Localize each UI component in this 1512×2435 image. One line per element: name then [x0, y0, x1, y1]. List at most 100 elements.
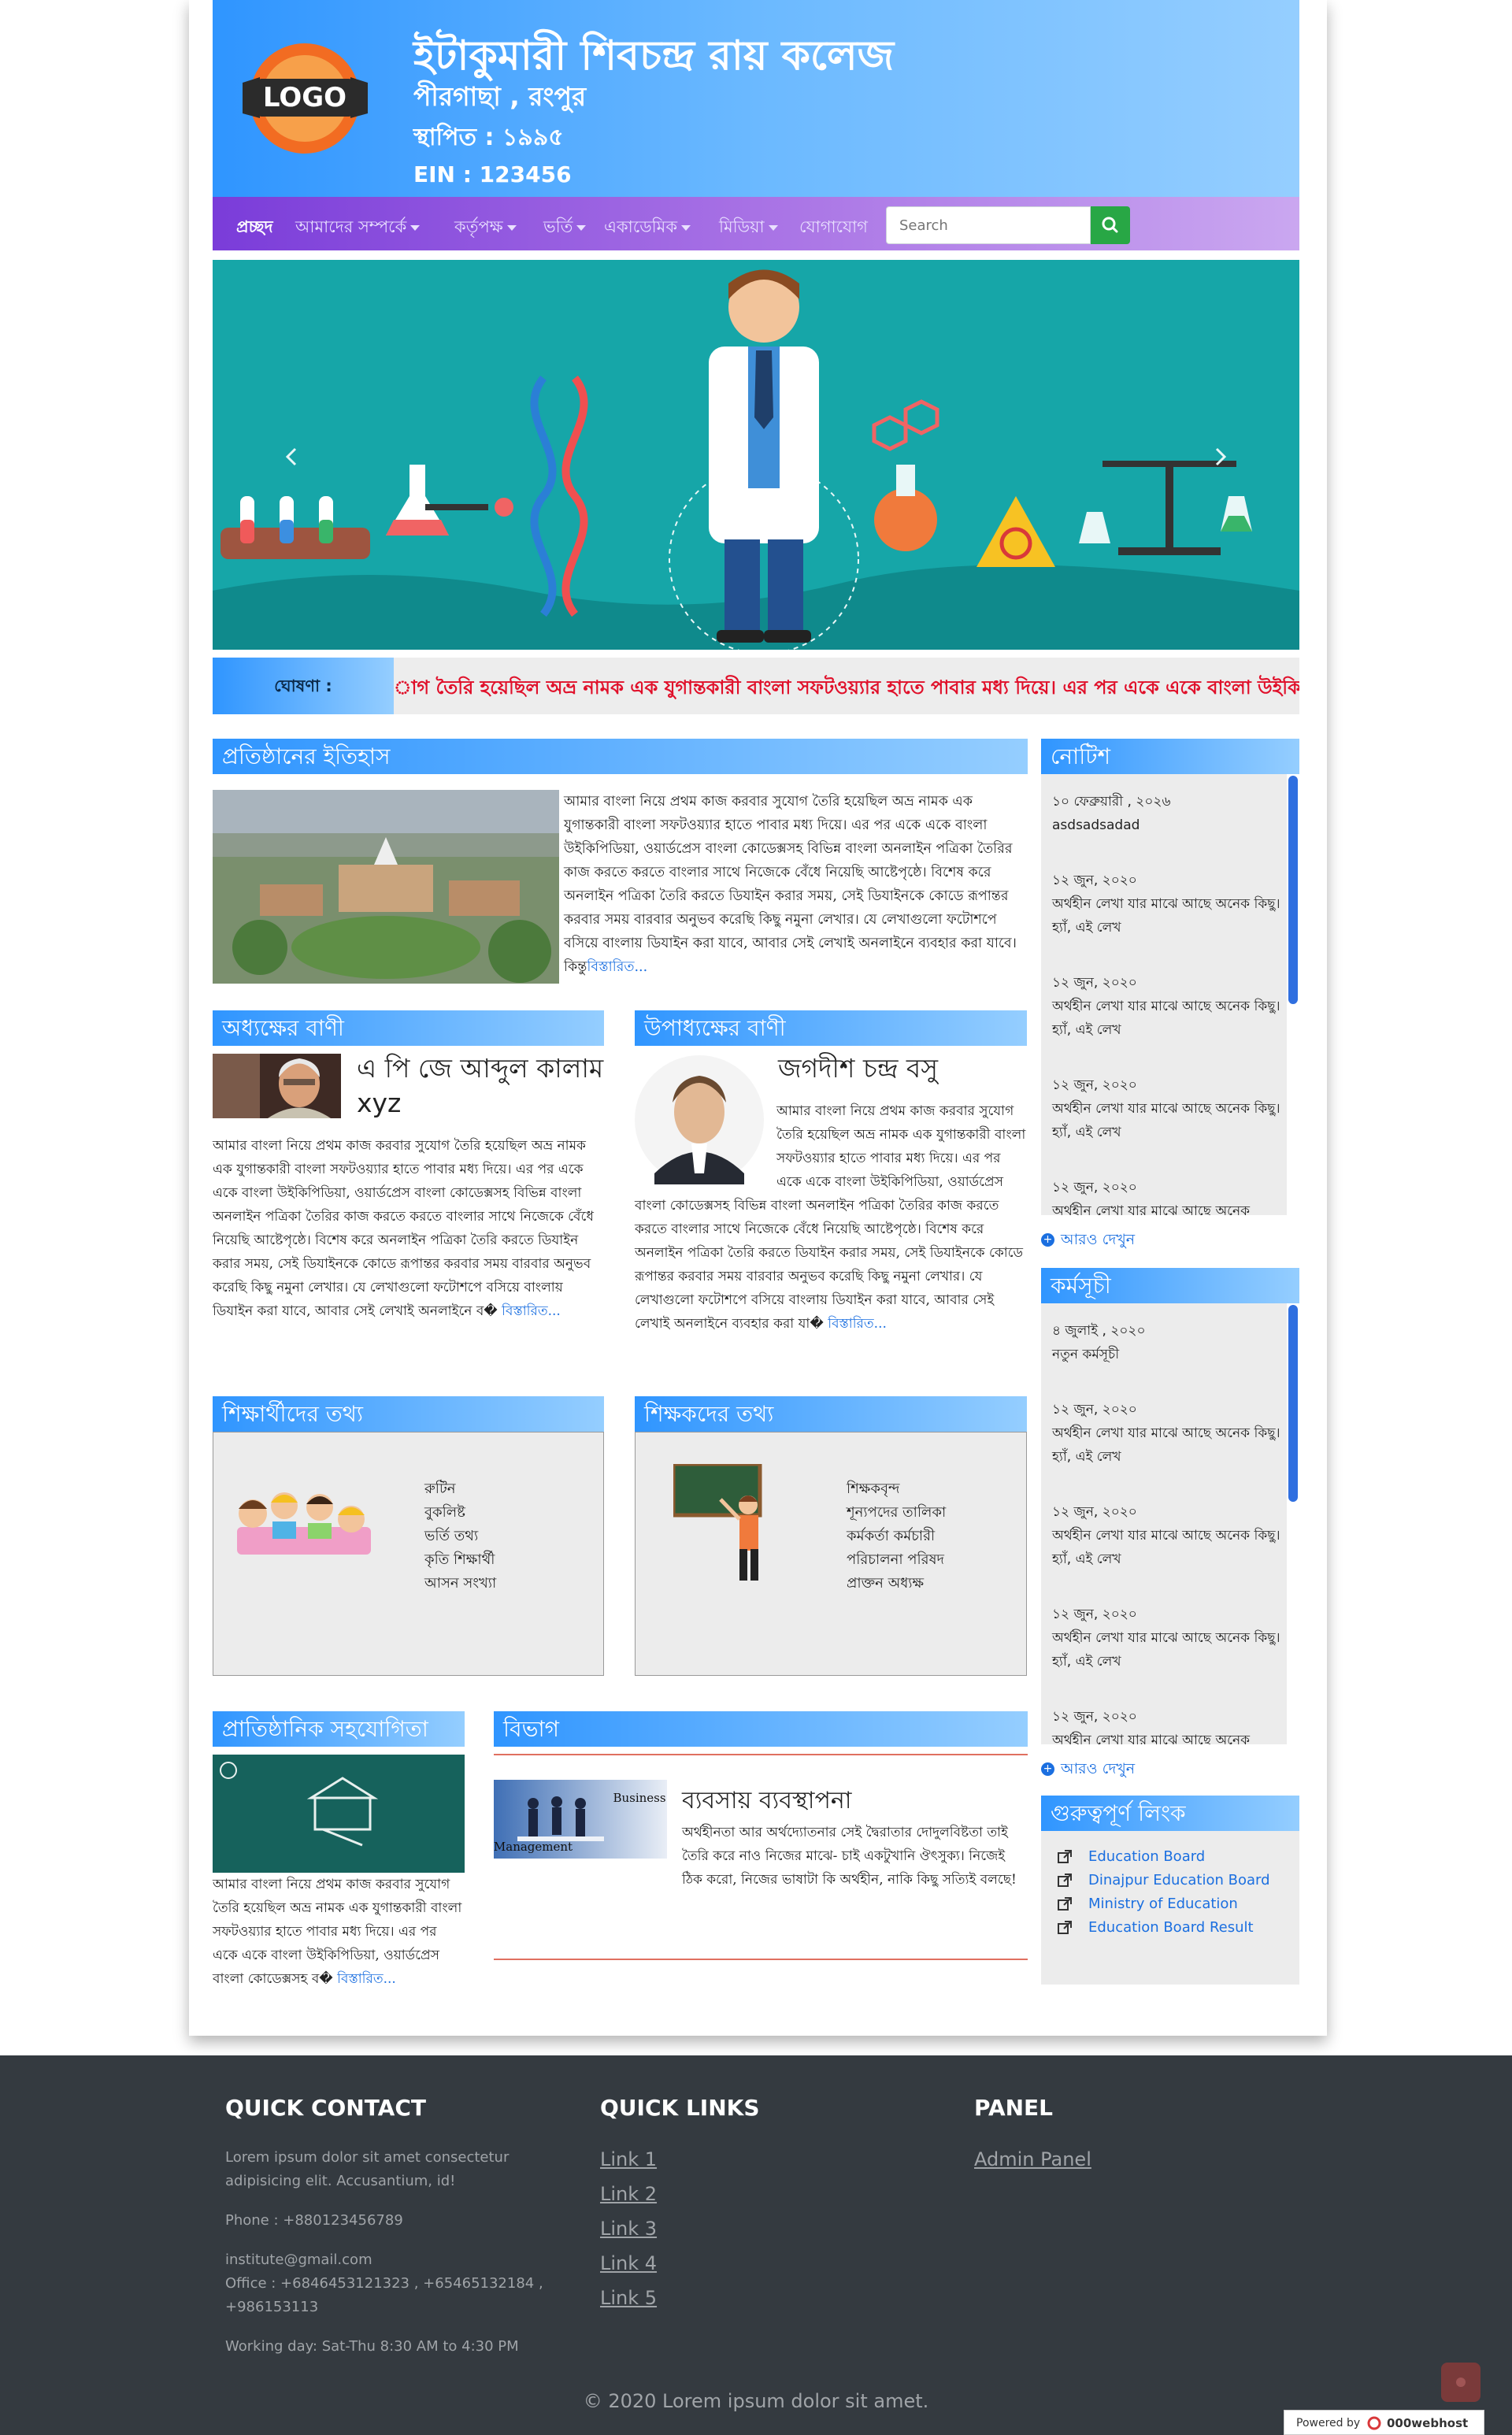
history-more-link[interactable]: বিস্তারিত...: [587, 959, 647, 975]
vice-principal-name: জগদীশ চন্দ্র বসু: [778, 1053, 939, 1084]
footer-link-1[interactable]: Link 1: [600, 2148, 657, 2170]
search-button[interactable]: [1091, 206, 1130, 244]
cooperation-image: [213, 1755, 465, 1873]
footer-link-2[interactable]: Link 2: [600, 2183, 657, 2205]
program-text: অর্থহীন লেখা যার মাঝে আছে অনেক: [1052, 1733, 1251, 1744]
principal-message: আমার বাংলা নিয়ে প্রথম কাজ করবার সুযোগ ত…: [213, 1134, 604, 1323]
teachers-link-teachers[interactable]: শিক্ষকবৃন্দ: [847, 1477, 946, 1501]
notice-date: ১২ জুন, ২০২০: [1052, 1180, 1137, 1195]
powered-by-label: Powered by: [1296, 2417, 1361, 2429]
principal-photo: [213, 1054, 341, 1118]
page-container: LOGO ইটাকুমারী শিবচন্দ্র রায় কলেজ পীরগা…: [189, 0, 1327, 2036]
footer-link-3[interactable]: Link 3: [600, 2218, 657, 2240]
students-link-booklist[interactable]: বুকলিষ্ট: [424, 1501, 496, 1525]
admin-panel-link[interactable]: Admin Panel: [974, 2148, 1091, 2170]
students-heading: শিক্ষার্থীদের তথ্য: [213, 1396, 604, 1432]
notice-date: ১০ ফেব্রুয়ারী , ২০২৬: [1052, 794, 1171, 810]
ticker-text[interactable]: াগ তৈরি হয়েছিল অভ্র নামক এক যুগান্তকারী…: [394, 673, 1299, 705]
main-navbar: প্রচ্ছদ আমাদের সম্পর্কে কর্তৃপক্ষ ভর্তি …: [213, 197, 1299, 250]
link-ministry-education[interactable]: Ministry of Education: [1088, 1896, 1238, 1912]
college-logo[interactable]: LOGO: [236, 39, 374, 158]
teachers-link-former-principals[interactable]: প্রাক্তন অধ্যক্ষ: [847, 1572, 946, 1596]
department-image[interactable]: Business Management: [494, 1780, 667, 1859]
notice-item[interactable]: ১২ জুন, ২০২০ অর্থহীন লেখা যার মাঝে আছে অন…: [1052, 1073, 1284, 1144]
footer-link-4[interactable]: Link 4: [600, 2252, 657, 2274]
footer-contact-text: Lorem ipsum dolor sit amet consectetur a…: [225, 2149, 510, 2189]
teachers-heading: শিক্ষকদের তথ্য: [635, 1396, 1027, 1432]
program-text: নতুন কর্মসূচী: [1052, 1347, 1120, 1362]
notice-date: ১২ জুন, ২০২০: [1052, 1077, 1137, 1093]
nav-academic-label: একাডেমিক: [604, 217, 678, 236]
students-link-routine[interactable]: রুটিন: [424, 1477, 496, 1501]
vp-float: [635, 1099, 776, 1194]
cooperation-heading: প্রাতিষ্ঠানিক সহযোগিতা: [213, 1711, 465, 1747]
department-heading: বিভাগ: [494, 1711, 1028, 1747]
notice-item[interactable]: ১০ ফেব্রুয়ারী , ২০২৬ asdsadsadad: [1052, 790, 1284, 837]
program-item[interactable]: ৪ জুলাই , ২০২০ নতুন কর্মসূচী: [1052, 1319, 1284, 1366]
link-dinajpur-board[interactable]: Dinajpur Education Board: [1088, 1872, 1270, 1888]
notice-date: ১২ জুন, ২০২০: [1052, 975, 1137, 991]
vice-principal-more-link[interactable]: বিস্তারিত...: [828, 1316, 887, 1332]
science-illustration: [213, 260, 1299, 650]
nav-admission[interactable]: ভর্তি: [543, 214, 587, 242]
department-name[interactable]: ব্যবসায় ব্যবস্থাপনা: [682, 1781, 851, 1822]
program-item[interactable]: ১২ জুন, ২০২০ অর্থহীন লেখা যার মাঝে আছে অন…: [1052, 1705, 1284, 1744]
program-item[interactable]: ১২ জুন, ২০২০ অর্থহীন লেখা যার মাঝে আছে অন…: [1052, 1603, 1284, 1673]
history-heading: প্রতিষ্ঠানের ইতিহাস: [213, 739, 1028, 774]
important-links-heading: গুরুত্বপূর্ণ লিংক: [1041, 1796, 1299, 1831]
teachers-link-staff[interactable]: কর্মকর্তা কর্মচারী: [847, 1525, 946, 1548]
principal-more-link[interactable]: বিস্তারিত...: [502, 1303, 561, 1319]
cooperation-text: আমার বাংলা নিয়ে প্রথম কাজ করবার সুযোগ ত…: [213, 1873, 465, 1991]
students-link-meritorious[interactable]: কৃতি শিক্ষার্থী: [424, 1548, 496, 1572]
program-scrollbar[interactable]: [1288, 1305, 1298, 1502]
footer-panel-heading: PANEL: [974, 2095, 1054, 2121]
teachers-link-committee[interactable]: পরিচালনা পরিষদ: [847, 1548, 946, 1572]
carousel-prev-icon[interactable]: [284, 445, 299, 469]
nav-academic[interactable]: একাডেমিক: [604, 214, 691, 242]
announcement-ticker: ঘোষণা : াগ তৈরি হয়েছিল অভ্র নামক এক যুগ…: [213, 658, 1299, 714]
program-date: ১২ জুন, ২০২০: [1052, 1504, 1137, 1520]
footer-links-heading: QUICK LINKS: [600, 2095, 760, 2121]
notice-text: অর্থহীন লেখা যার মাঝে আছে অনেক কিছু। হ্য…: [1052, 1101, 1280, 1140]
footer-link-5[interactable]: Link 5: [600, 2287, 657, 2309]
teachers-panel: শিক্ষকবৃন্দ শূন্যপদের তালিকা কর্মকর্তা ক…: [635, 1432, 1027, 1676]
students-links: রুটিন বুকলিষ্ট ভর্তি তথ্য কৃতি শিক্ষার্থ…: [424, 1477, 496, 1596]
nav-home[interactable]: প্রচ্ছদ: [236, 214, 273, 242]
plus-circle-icon: +: [1041, 1233, 1054, 1247]
students-link-seats[interactable]: আসন সংখ্যা: [424, 1572, 496, 1596]
nav-about[interactable]: আমাদের সম্পর্কে: [295, 214, 421, 242]
vice-principal-message: আমার বাংলা নিয়ে প্রথম কাজ করবার সুযোগ ত…: [635, 1099, 1028, 1336]
program-text: অর্থহীন লেখা যার মাঝে আছে অনেক কিছু। হ্য…: [1052, 1630, 1280, 1670]
program-item[interactable]: ১২ জুন, ২০২০ অর্থহীন লেখা যার মাঝে আছে অন…: [1052, 1398, 1284, 1469]
hosting-badge[interactable]: Powered by 000webhost: [1284, 2410, 1484, 2435]
notice-date: ১২ জুন, ২০২০: [1052, 873, 1137, 888]
nav-contact[interactable]: যোগাযোগ: [799, 214, 868, 242]
cooperation-body: আমার বাংলা নিয়ে প্রথম কাজ করবার সুযোগ ত…: [213, 1877, 462, 1987]
nav-authority[interactable]: কর্তৃপক্ষ: [454, 214, 517, 242]
program-item[interactable]: ১২ জুন, ২০২০ অর্থহীন লেখা যার মাঝে আছে অন…: [1052, 1500, 1284, 1571]
notice-item[interactable]: ১২ জুন, ২০২০ অর্থহীন লেখা যার মাঝে আছে অন…: [1052, 869, 1284, 940]
plus-circle-icon: +: [1041, 1762, 1054, 1776]
cooperation-more-link[interactable]: বিস্তারিত...: [337, 1971, 396, 1987]
notice-scrollbar[interactable]: [1288, 776, 1298, 1004]
site-header: LOGO ইটাকুমারী শিবচন্দ্র রায় কলেজ পীরগা…: [213, 0, 1299, 197]
notice-item[interactable]: ১২ জুন, ২০২০ অর্থহীন লেখা যার মাঝে আছে অন…: [1052, 971, 1284, 1042]
link-education-board[interactable]: Education Board: [1088, 1848, 1205, 1865]
college-location: পীরগাছা , রংপুর: [413, 81, 587, 112]
notice-item[interactable]: ১২ জুন, ২০২০ অর্থহীন লেখা যার মাঝে আছে অন…: [1052, 1176, 1284, 1215]
program-more-link[interactable]: + আরও দেখুন: [1041, 1758, 1135, 1783]
students-link-admission[interactable]: ভর্তি তথ্য: [424, 1525, 496, 1548]
notice-text: asdsadsadad: [1052, 817, 1140, 833]
search-input[interactable]: [886, 206, 1091, 244]
scroll-top-button[interactable]: [1441, 2363, 1480, 2402]
nav-media[interactable]: মিডিয়া: [719, 214, 778, 242]
department-top-rule: [494, 1754, 1028, 1755]
notice-more-link[interactable]: + আরও দেখুন: [1041, 1229, 1135, 1254]
program-date: ৪ জুলাই , ২০২০: [1052, 1323, 1146, 1339]
carousel-next-icon[interactable]: [1213, 445, 1228, 469]
teachers-link-vacancies[interactable]: শূন্যপদের তালিকা: [847, 1501, 946, 1525]
link-board-result[interactable]: Education Board Result: [1088, 1919, 1254, 1936]
nav-media-label: মিডিয়া: [719, 217, 765, 236]
principal-heading: অধ্যক্ষের বাণী: [213, 1010, 604, 1046]
external-link-icon: [1058, 1897, 1072, 1911]
